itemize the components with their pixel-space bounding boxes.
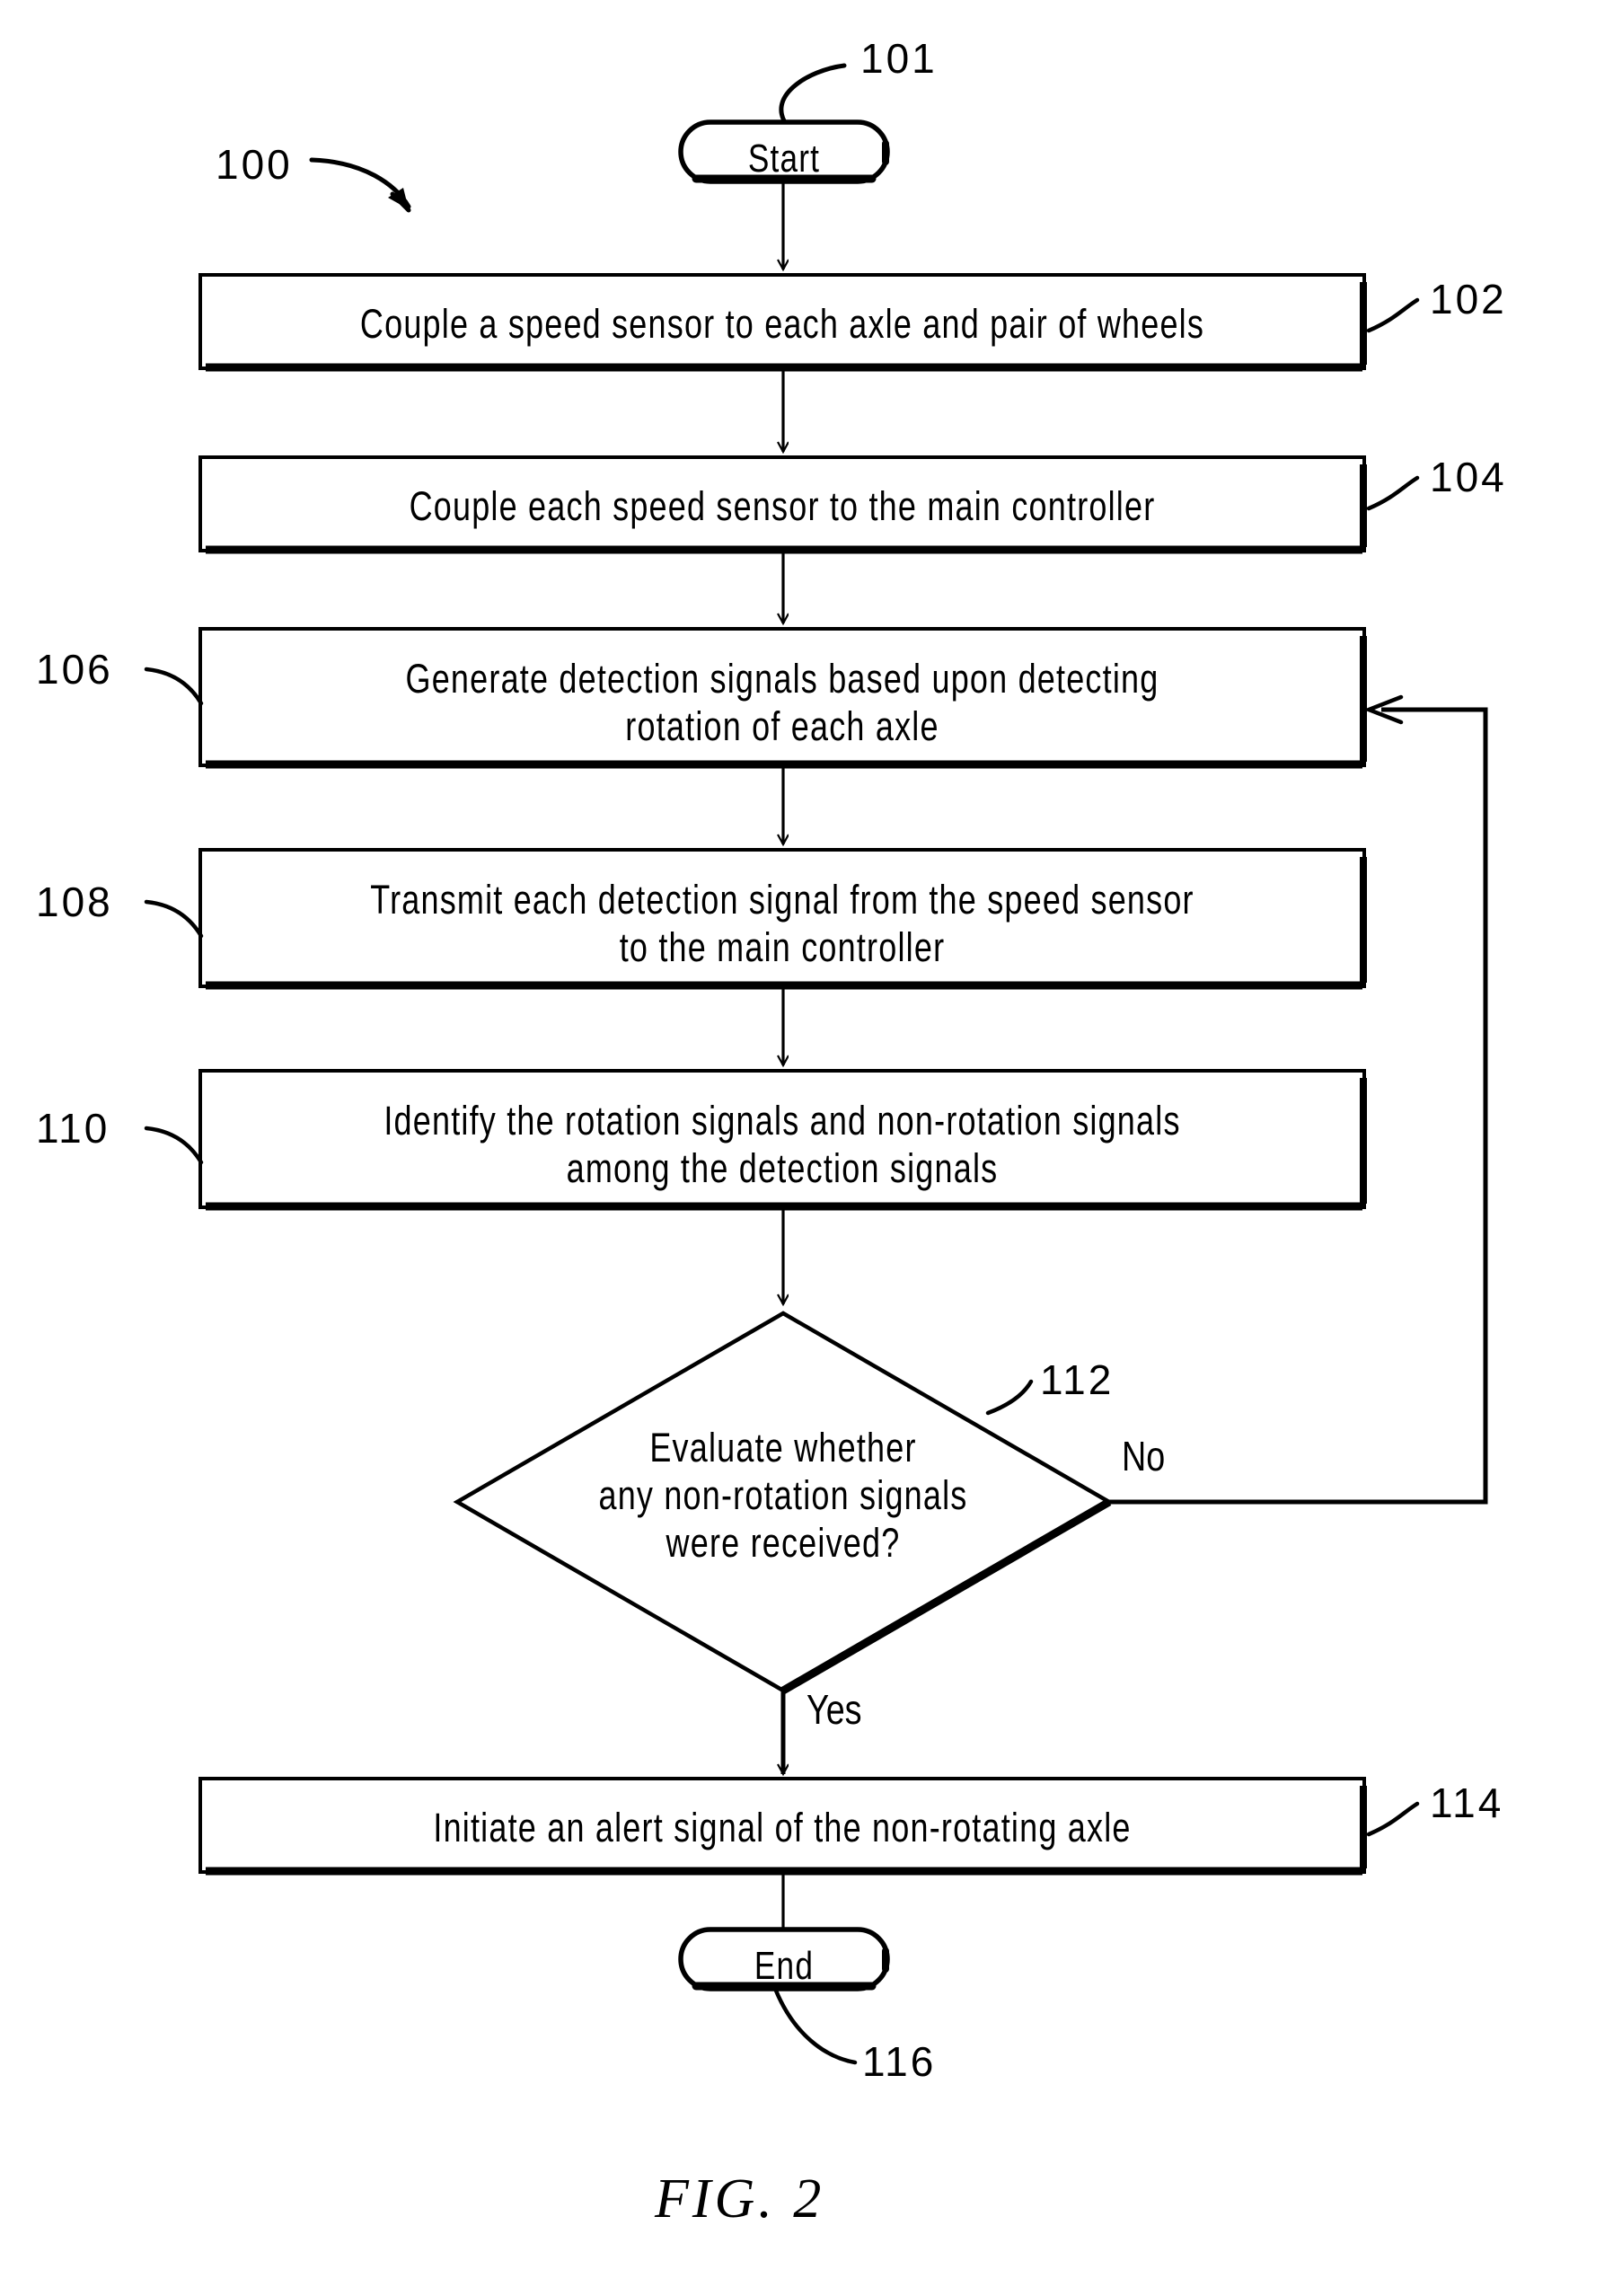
end-ref-leader [773, 1988, 858, 2065]
end-node-label: End [754, 1944, 815, 1988]
end-ref-116: 116 [862, 2038, 937, 2085]
figure-ref-100: 100 [216, 141, 293, 188]
figure-ref-arrow [309, 157, 411, 213]
step-108-ref: 108 [36, 879, 113, 925]
start-ref-leader [779, 63, 847, 130]
step-102-label: Couple a speed sensor to each axle and p… [359, 301, 1205, 347]
step-104-ref: 104 [1430, 454, 1507, 500]
step-114-ref: 114 [1430, 1779, 1504, 1826]
step-114-ref-leader [1366, 1801, 1420, 1837]
patent-figure-page: 100 101 Start Couple a speed sensor to e… [0, 0, 1622, 2296]
decision-112-ref: 112 [1040, 1356, 1115, 1403]
step-110-ref: 110 [36, 1105, 110, 1152]
step-106-ref: 106 [36, 646, 113, 693]
decision-112-label: Evaluate whether any non-rotation signal… [598, 1425, 968, 1567]
step-114-label: Initiate an alert signal of the non-rota… [433, 1805, 1132, 1850]
step-110-ref-leader [144, 1126, 204, 1165]
step-104-label: Couple each speed sensor to the main con… [409, 483, 1156, 529]
branch-label-no: No [1122, 1433, 1166, 1479]
step-108-ref-leader [144, 899, 204, 939]
branch-label-yes: Yes [807, 1686, 862, 1733]
step-102-ref-leader [1366, 297, 1420, 333]
decision-112-ref-leader [985, 1379, 1034, 1416]
step-106-ref-leader [144, 667, 204, 706]
step-108-label: Transmit each detection signal from the … [370, 877, 1194, 971]
start-node-label: Start [747, 137, 821, 181]
step-106-label: Generate detection signals based upon de… [405, 656, 1159, 750]
step-104-ref-leader [1366, 475, 1420, 511]
figure-caption: FIG. 2 [655, 2168, 825, 2230]
start-ref-101: 101 [860, 35, 938, 82]
step-110-label: Identify the rotation signals and non-ro… [383, 1098, 1181, 1192]
step-102-ref: 102 [1430, 276, 1507, 322]
